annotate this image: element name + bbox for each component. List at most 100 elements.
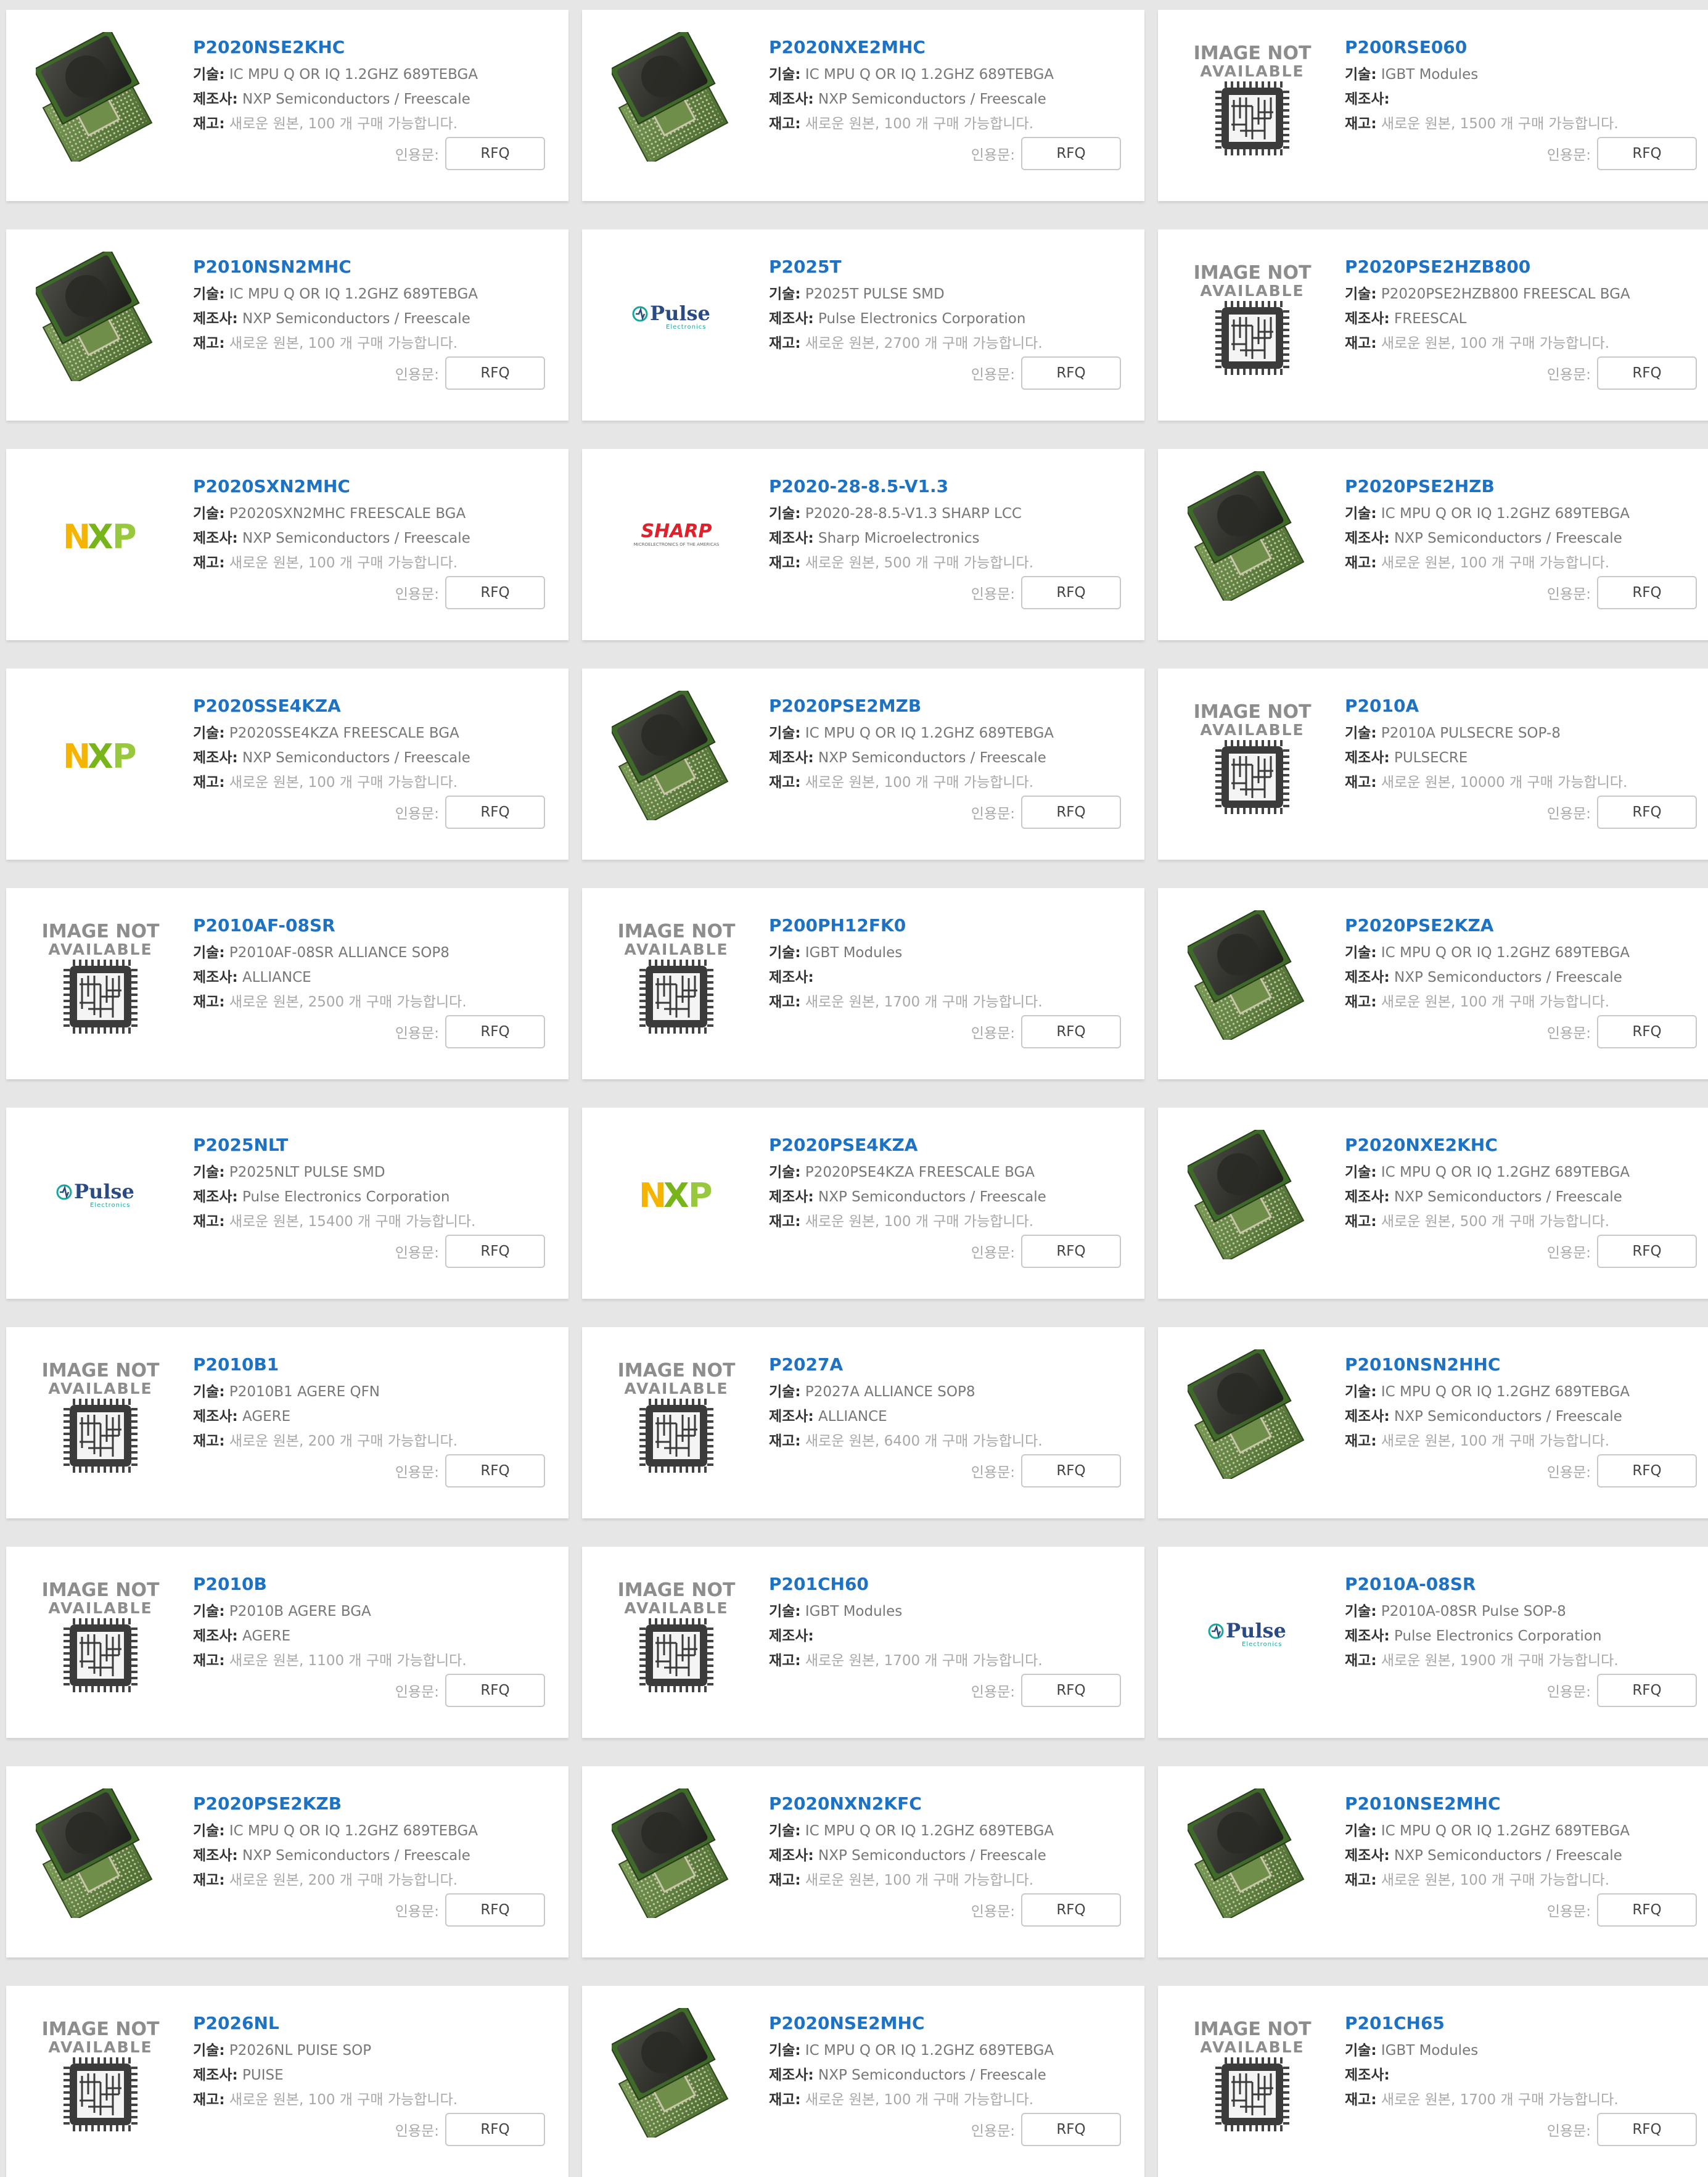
product-image[interactable]	[607, 1784, 746, 1923]
part-number-link[interactable]: P2025NLT	[193, 1135, 546, 1155]
part-number-link[interactable]: P2027A	[769, 1354, 1122, 1375]
product-image[interactable]	[31, 27, 170, 167]
part-number-link[interactable]: P2010A	[1345, 696, 1698, 716]
product-image[interactable]: IMAGE NOT AVAILABLE	[607, 905, 746, 1045]
product-info: P2025NLT 기술: P2025NLT PULSE SMD 제조사: Pul…	[193, 1135, 546, 1234]
rfq-button[interactable]: RFQ	[445, 576, 545, 609]
rfq-button[interactable]: RFQ	[1597, 1235, 1697, 1268]
rfq-button[interactable]: RFQ	[445, 1015, 545, 1048]
product-image[interactable]: SHARP MICROELECTRONICS OF THE AMERICAS	[607, 466, 746, 606]
part-number-link[interactable]: P2020SSE4KZA	[193, 696, 546, 716]
product-image[interactable]	[1183, 1784, 1322, 1923]
part-number-link[interactable]: P2026NL	[193, 2013, 546, 2033]
rfq-button[interactable]: RFQ	[1021, 137, 1121, 170]
product-image[interactable]: IMAGE NOT AVAILABLE	[1183, 247, 1322, 386]
part-number-link[interactable]: P2010A-08SR	[1345, 1574, 1698, 1594]
rfq-button[interactable]: RFQ	[445, 1674, 545, 1707]
product-image[interactable]: IMAGE NOT AVAILABLE	[1183, 27, 1322, 167]
part-number-link[interactable]: P2010NSN2HHC	[1345, 1354, 1698, 1375]
rfq-button[interactable]: RFQ	[1021, 1454, 1121, 1488]
rfq-button[interactable]: RFQ	[1597, 1893, 1697, 1927]
product-image[interactable]	[607, 2003, 746, 2142]
rfq-button[interactable]: RFQ	[1597, 796, 1697, 829]
rfq-button[interactable]: RFQ	[1597, 137, 1697, 170]
rfq-button[interactable]: RFQ	[1021, 356, 1121, 390]
part-number-link[interactable]: P2020NSE2KHC	[193, 37, 546, 57]
product-image[interactable]: Pulse Electronics	[607, 247, 746, 386]
part-number-link[interactable]: P2025T	[769, 257, 1122, 277]
part-number-link[interactable]: P2010B1	[193, 1354, 546, 1375]
product-image[interactable]	[1183, 905, 1322, 1045]
part-number-link[interactable]: P2020NXE2KHC	[1345, 1135, 1698, 1155]
rfq-button[interactable]: RFQ	[1021, 1674, 1121, 1707]
rfq-button[interactable]: RFQ	[1597, 1674, 1697, 1707]
part-number-link[interactable]: P2020NXN2KFC	[769, 1793, 1122, 1814]
rfq-button[interactable]: RFQ	[445, 2113, 545, 2146]
image-not-available-icon: IMAGE NOTAVAILABLE	[618, 1579, 736, 1692]
part-number-link[interactable]: P2020SXN2MHC	[193, 476, 546, 496]
product-image[interactable]: IMAGE NOT AVAILABLE	[1183, 2003, 1322, 2142]
product-image[interactable]	[31, 1784, 170, 1923]
product-image[interactable]: IMAGE NOT AVAILABLE	[1183, 686, 1322, 825]
rfq-button[interactable]: RFQ	[1021, 2113, 1121, 2146]
rfq-button[interactable]: RFQ	[1021, 796, 1121, 829]
part-number-link[interactable]: P200PH12FK0	[769, 915, 1122, 936]
product-image[interactable]	[1183, 1125, 1322, 1264]
rfq-button[interactable]: RFQ	[1021, 1235, 1121, 1268]
product-image[interactable]: Pulse Electronics	[1183, 1564, 1322, 1703]
part-number-link[interactable]: P200RSE060	[1345, 37, 1698, 57]
product-image[interactable]: NXP	[607, 1125, 746, 1264]
rfq-button[interactable]: RFQ	[1021, 1015, 1121, 1048]
rfq-button[interactable]: RFQ	[1021, 576, 1121, 609]
product-image[interactable]: IMAGE NOT AVAILABLE	[31, 905, 170, 1045]
manufacturer-row: 제조사: Pulse Electronics Corporation	[769, 307, 1122, 331]
product-image[interactable]	[607, 27, 746, 167]
part-number-link[interactable]: P2020PSE2MZB	[769, 696, 1122, 716]
product-image[interactable]: IMAGE NOT AVAILABLE	[31, 1564, 170, 1703]
bga-chip-icon	[1188, 1349, 1305, 1479]
part-number-link[interactable]: P2010NSE2MHC	[1345, 1793, 1698, 1814]
rfq-button[interactable]: RFQ	[1597, 2113, 1697, 2146]
part-number-link[interactable]: P2020NSE2MHC	[769, 2013, 1122, 2033]
part-number-link[interactable]: P2010NSN2MHC	[193, 257, 546, 277]
stock-label: 재고:	[769, 555, 801, 571]
product-image[interactable]: IMAGE NOT AVAILABLE	[31, 2003, 170, 2142]
rfq-button[interactable]: RFQ	[1597, 356, 1697, 390]
quote-area: 인용문: RFQ	[971, 1235, 1121, 1268]
product-image[interactable]	[607, 686, 746, 825]
part-number-link[interactable]: P2020-28-8.5-V1.3	[769, 476, 1122, 496]
product-image[interactable]: IMAGE NOT AVAILABLE	[607, 1564, 746, 1703]
part-number-link[interactable]: P2020PSE2HZB800	[1345, 257, 1698, 277]
part-number-link[interactable]: P2020NXE2MHC	[769, 37, 1122, 57]
part-number-link[interactable]: P201CH60	[769, 1574, 1122, 1594]
product-image[interactable]: NXP	[31, 686, 170, 825]
part-number-link[interactable]: P2020PSE2KZB	[193, 1793, 546, 1814]
part-number-link[interactable]: P2010B	[193, 1574, 546, 1594]
product-image[interactable]	[31, 247, 170, 386]
product-card: P2020PSE2HZB 기술: IC MPU Q OR IQ 1.2GHZ 6…	[1158, 449, 1708, 640]
product-image[interactable]: NXP	[31, 466, 170, 606]
product-image[interactable]	[1183, 466, 1322, 606]
rfq-button[interactable]: RFQ	[445, 356, 545, 390]
product-image[interactable]: IMAGE NOT AVAILABLE	[31, 1344, 170, 1484]
product-info: P2020PSE2KZA 기술: IC MPU Q OR IQ 1.2GHZ 6…	[1345, 915, 1698, 1014]
rfq-button[interactable]: RFQ	[445, 1454, 545, 1488]
product-image[interactable]: IMAGE NOT AVAILABLE	[607, 1344, 746, 1484]
rfq-button[interactable]: RFQ	[445, 796, 545, 829]
rfq-button[interactable]: RFQ	[1597, 1454, 1697, 1488]
part-number-link[interactable]: P201CH65	[1345, 2013, 1698, 2033]
rfq-button[interactable]: RFQ	[1597, 1015, 1697, 1048]
quote-label: 인용문:	[1546, 147, 1591, 163]
part-number-link[interactable]: P2020PSE4KZA	[769, 1135, 1122, 1155]
rfq-button[interactable]: RFQ	[445, 137, 545, 170]
rfq-button[interactable]: RFQ	[445, 1235, 545, 1268]
product-image[interactable]: Pulse Electronics	[31, 1125, 170, 1264]
rfq-button[interactable]: RFQ	[1597, 576, 1697, 609]
product-image[interactable]	[1183, 1344, 1322, 1484]
part-number-link[interactable]: P2020PSE2HZB	[1345, 476, 1698, 496]
part-number-link[interactable]: P2010AF-08SR	[193, 915, 546, 936]
part-number-link[interactable]: P2020PSE2KZA	[1345, 915, 1698, 936]
rfq-button[interactable]: RFQ	[445, 1893, 545, 1927]
manufacturer-row: 제조사:	[769, 965, 1122, 990]
rfq-button[interactable]: RFQ	[1021, 1893, 1121, 1927]
